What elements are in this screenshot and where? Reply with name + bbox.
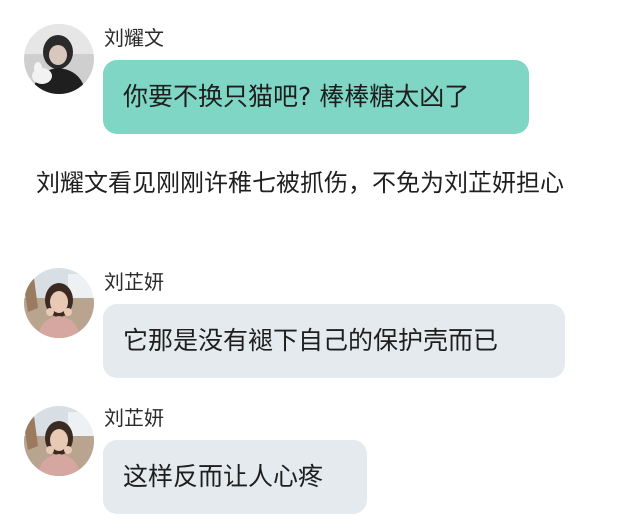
chat-bubble[interactable]: 这样反而让人心疼 [103,440,367,514]
avatar-photo-dark-icon [24,24,94,94]
narration-text: 刘耀文看见刚刚许稚七被抓伤，不免为刘芷妍担心 [36,169,564,197]
sender-name: 刘芷妍 [104,270,164,294]
avatar-photo-girl-icon [24,268,94,338]
avatar-liu-yaowen[interactable] [24,24,94,94]
chat-bubble[interactable]: 你要不换只猫吧? 棒棒糖太凶了 [103,60,529,134]
chat-bubble[interactable]: 它那是没有褪下自己的保护壳而已 [103,304,565,378]
avatar-liu-zhiyan[interactable] [24,406,94,476]
sender-name: 刘耀文 [104,26,164,50]
avatar-liu-zhiyan[interactable] [24,268,94,338]
sender-name: 刘芷妍 [104,406,164,430]
avatar-photo-girl-icon [24,406,94,476]
